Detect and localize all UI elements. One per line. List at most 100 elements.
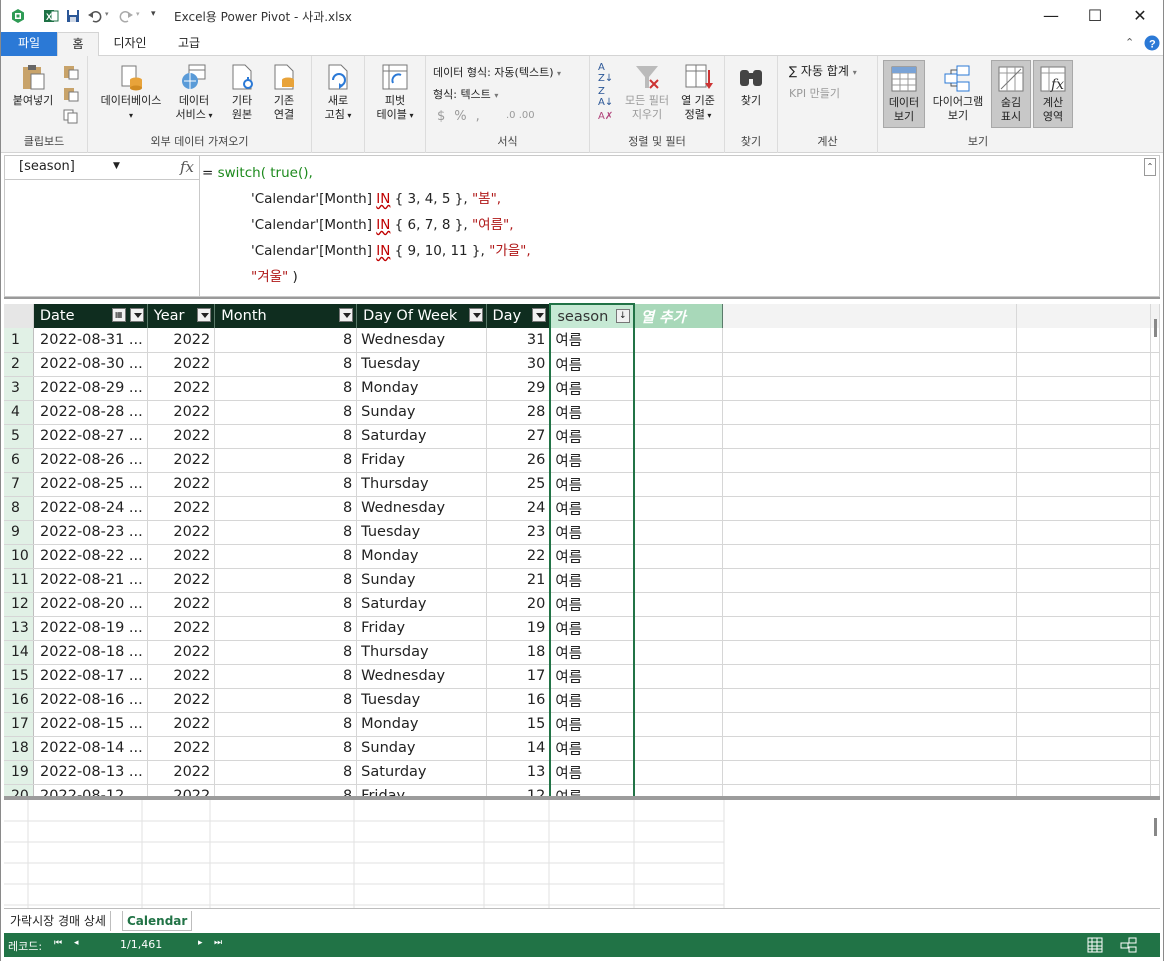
empty-cell[interactable] [633,712,724,737]
day-of-week-cell[interactable]: Wednesday [356,328,487,353]
day-of-week-cell[interactable]: Monday [356,544,487,569]
row-number[interactable]: 9 [4,520,34,545]
year-cell[interactable]: 2022 [147,472,216,497]
day-cell[interactable]: 17 [486,664,551,689]
date-cell[interactable]: 2022-08-30 ... [33,352,148,377]
day-cell[interactable]: 15 [486,712,551,737]
date-cell[interactable]: 2022-08-14 ... [33,736,148,761]
day-cell[interactable]: 25 [486,472,551,497]
redo-dropdown-icon[interactable]: ▾ [136,10,140,18]
month-cell[interactable]: 8 [214,376,358,401]
season-cell[interactable]: 여름 [549,376,635,401]
day-of-week-cell[interactable]: Sunday [356,736,487,761]
column-header-day[interactable]: Day [486,304,551,328]
season-cell[interactable]: 여름 [549,736,635,761]
row-number[interactable]: 10 [4,544,34,569]
month-cell[interactable]: 8 [214,520,358,545]
day-of-week-cell[interactable]: Tuesday [356,688,487,713]
season-cell[interactable]: 여름 [549,712,635,737]
empty-cell[interactable] [633,664,724,689]
empty-cell[interactable] [633,592,724,617]
collapse-ribbon-icon[interactable]: ⌃ [1125,36,1134,49]
date-cell[interactable]: 2022-08-29 ... [33,376,148,401]
day-cell[interactable]: 31 [486,328,551,353]
column-header-month[interactable]: Month [214,304,358,328]
filter-dropdown-icon[interactable] [468,308,483,322]
day-of-week-cell[interactable]: Saturday [356,760,487,785]
year-cell[interactable]: 2022 [147,592,216,617]
season-cell[interactable]: 여름 [549,760,635,785]
day-cell[interactable]: 23 [486,520,551,545]
grid-view-icon[interactable] [1087,937,1103,953]
row-number[interactable]: 1 [4,328,34,353]
day-of-week-cell[interactable]: Monday [356,376,487,401]
undo-icon[interactable] [87,8,103,24]
day-of-week-cell[interactable]: Friday [356,448,487,473]
season-cell[interactable]: 여름 [549,328,635,353]
date-cell[interactable]: 2022-08-25 ... [33,472,148,497]
season-cell[interactable]: 여름 [549,424,635,449]
sort-az-button[interactable]: A Z↓ [598,62,613,84]
day-cell[interactable]: 22 [486,544,551,569]
sheet-tab-calendar[interactable]: Calendar [122,911,193,931]
add-column-header[interactable]: 열 추가 [633,304,724,328]
row-number[interactable]: 8 [4,496,34,521]
sort-za-button[interactable]: Z A↓ [598,86,613,108]
year-cell[interactable]: 2022 [147,376,216,401]
maximize-button[interactable]: ☐ [1083,4,1107,28]
row-number[interactable]: 19 [4,760,34,785]
month-cell[interactable]: 8 [214,664,358,689]
sort-descending-icon[interactable]: ↓ [615,309,630,323]
row-number[interactable]: 17 [4,712,34,737]
month-cell[interactable]: 8 [214,352,358,377]
year-cell[interactable]: 2022 [147,544,216,569]
first-record-icon[interactable]: ⏮ [54,938,62,948]
paste-replace-icon[interactable] [62,86,80,102]
decimal-buttons[interactable]: .0 .00 [506,110,535,121]
year-cell[interactable]: 2022 [147,736,216,761]
day-of-week-cell[interactable]: Tuesday [356,352,487,377]
date-cell[interactable]: 2022-08-26 ... [33,448,148,473]
redo-icon[interactable] [118,8,134,24]
date-cell[interactable]: 2022-08-24 ... [33,496,148,521]
calculation-area-button[interactable]: fx 계산 영역 [1033,60,1073,128]
row-number[interactable]: 15 [4,664,34,689]
year-cell[interactable]: 2022 [147,328,216,353]
date-table-icon[interactable]: ▦ [111,308,126,322]
empty-cell[interactable] [633,448,724,473]
other-sources-button[interactable]: 기타 원본 [222,62,262,122]
year-cell[interactable]: 2022 [147,688,216,713]
tab-file[interactable]: 파일 [1,32,57,56]
day-cell[interactable]: 29 [486,376,551,401]
customize-toolbar-icon[interactable]: ▾ [151,9,156,19]
tab-home[interactable]: 홈 [57,32,99,57]
name-box[interactable]: [season] ▼ fx [5,156,200,180]
month-cell[interactable]: 8 [214,544,358,569]
data-services-button[interactable]: 데이터 서비스 ▾ [170,62,218,123]
date-cell[interactable]: 2022-08-22 ... [33,544,148,569]
column-header-season[interactable]: season ↓ [549,303,635,328]
empty-cell[interactable] [633,472,724,497]
date-cell[interactable]: 2022-08-15 ... [33,712,148,737]
clear-sort-button[interactable]: A✗ [598,111,613,122]
data-view-button[interactable]: 데이터 보기 [883,60,925,128]
empty-cell[interactable] [633,520,724,545]
month-cell[interactable]: 8 [214,400,358,425]
day-cell[interactable]: 16 [486,688,551,713]
date-cell[interactable]: 2022-08-17 ... [33,664,148,689]
year-cell[interactable]: 2022 [147,760,216,785]
date-cell[interactable]: 2022-08-21 ... [33,568,148,593]
undo-dropdown-icon[interactable]: ▾ [105,10,109,18]
column-header-date[interactable]: Date ▦ [33,304,148,328]
year-cell[interactable]: 2022 [147,568,216,593]
day-cell[interactable]: 18 [486,640,551,665]
year-cell[interactable]: 2022 [147,640,216,665]
empty-cell[interactable] [633,640,724,665]
day-of-week-cell[interactable]: Tuesday [356,520,487,545]
month-cell[interactable]: 8 [214,712,358,737]
day-of-week-cell[interactable]: Monday [356,712,487,737]
season-cell[interactable]: 여름 [549,640,635,665]
formula-editor[interactable]: = switch( true(), 'Calendar'[Month] IN {… [202,160,531,290]
date-cell[interactable]: 2022-08-20 ... [33,592,148,617]
season-cell[interactable]: 여름 [549,544,635,569]
